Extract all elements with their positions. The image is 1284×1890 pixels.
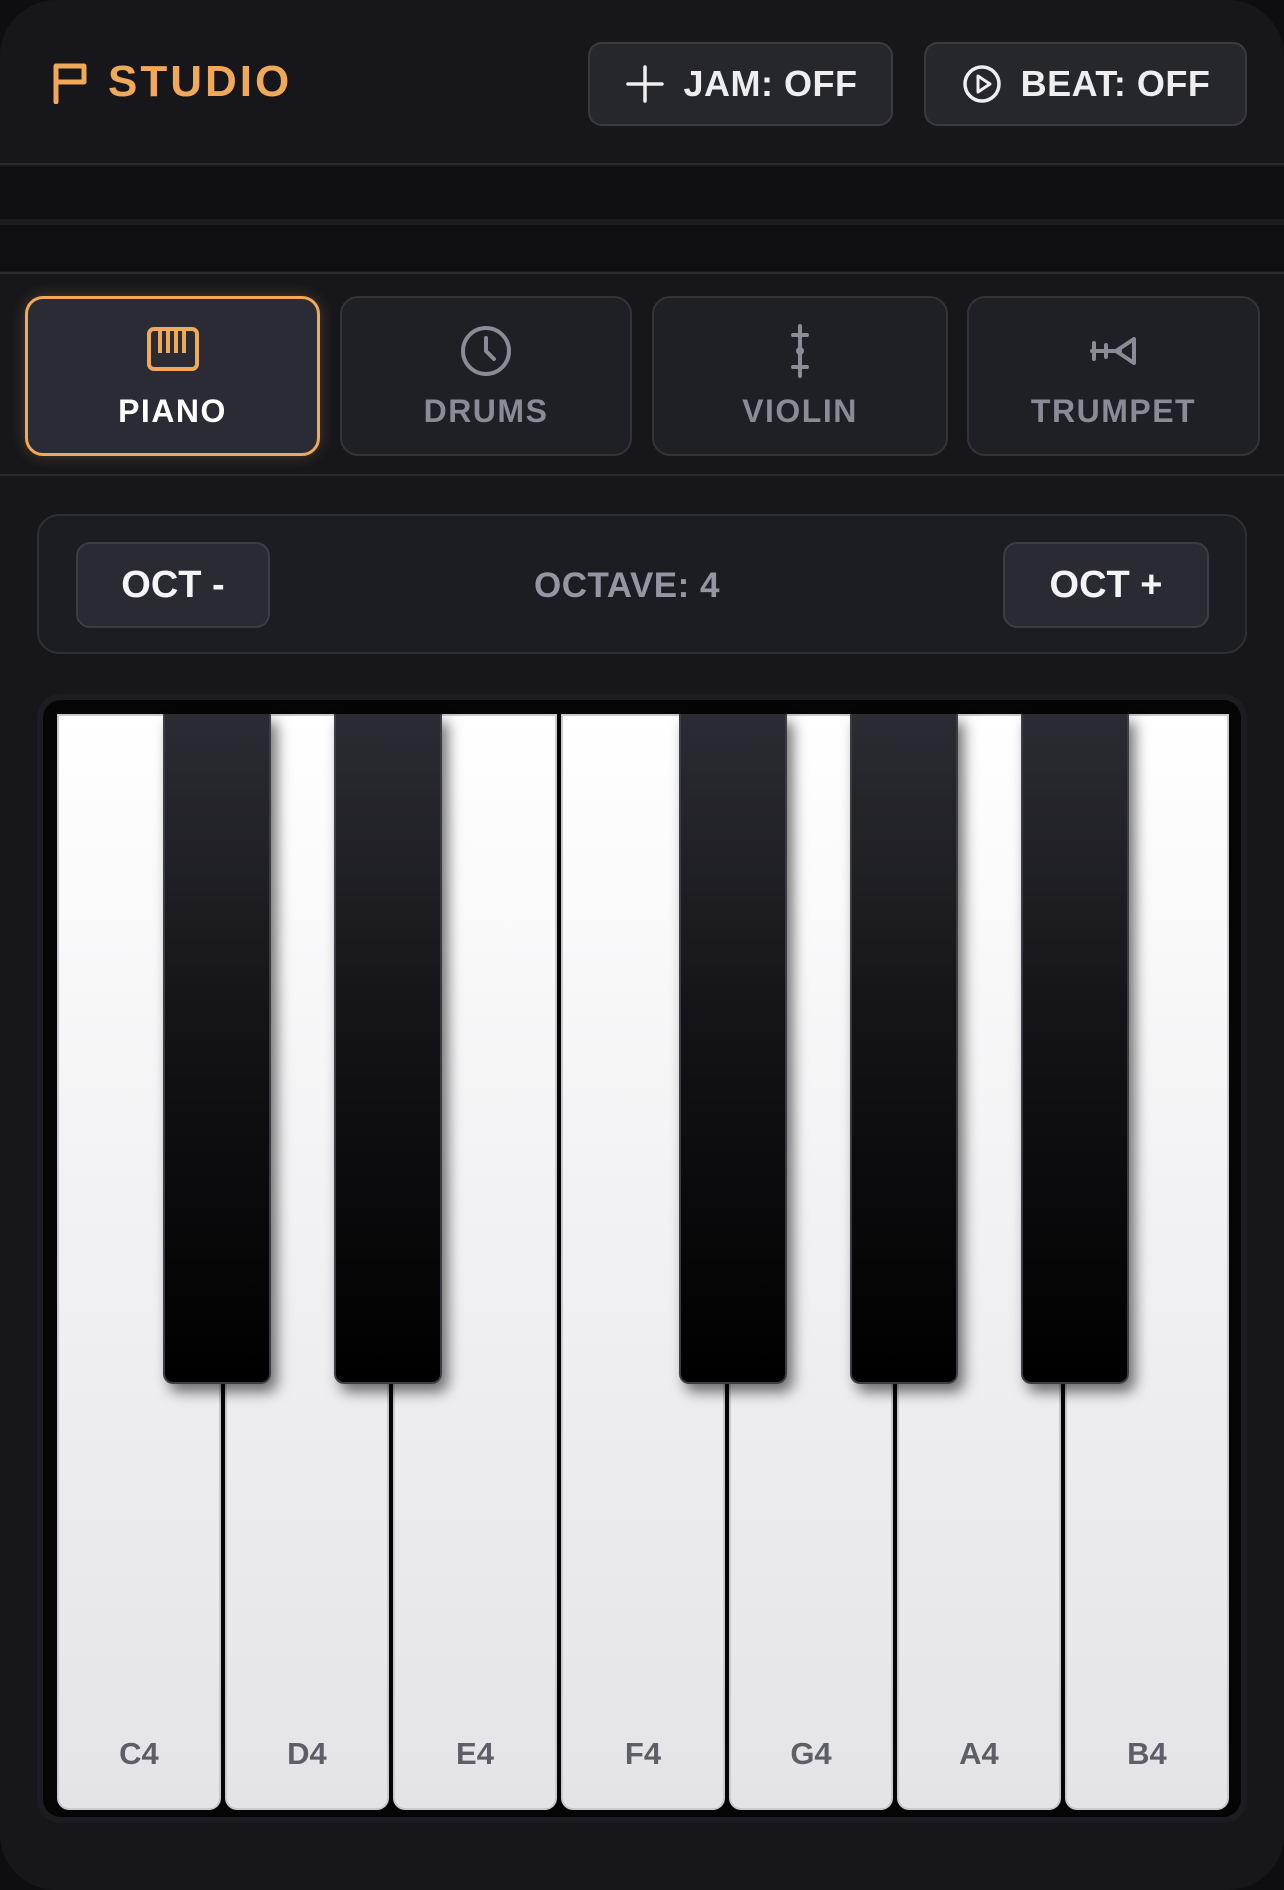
track-strip [0,167,1284,271]
octave-controls: OCT - OCTAVE: 4 OCT + [37,514,1247,654]
piano-keyboard: C4 D4 E4 F4 G4 A4 B4 [37,694,1247,1823]
key-label: B4 [1127,1736,1167,1771]
piano-icon [146,326,199,371]
tab-label: DRUMS [423,392,549,429]
violin-icon [791,323,809,378]
plus-icon [625,65,664,103]
strip-divider [0,219,1284,225]
app-header: STUDIO JAM: OFF BEAT: OFF [0,0,1284,165]
key-label: C4 [119,1736,159,1771]
tab-label: TRUMPET [1030,392,1197,429]
clock-icon [461,325,511,376]
black-key-d-sharp4[interactable] [334,714,442,1384]
key-label: A4 [959,1736,999,1771]
black-key-g-sharp4[interactable] [850,714,958,1384]
beat-label: BEAT: OFF [1020,63,1211,104]
tab-piano[interactable]: PIANO [25,296,320,456]
flag-icon [53,63,87,104]
tab-drums[interactable]: DRUMS [340,296,632,456]
tab-trumpet[interactable]: TRUMPET [967,296,1260,456]
tab-label: PIANO [118,392,227,429]
studio-app: STUDIO JAM: OFF BEAT: OFF PIANO DRUMS VI… [0,0,1284,1890]
play-circle-icon [962,65,1001,103]
tab-violin[interactable]: VIOLIN [652,296,948,456]
black-key-c-sharp4[interactable] [163,714,271,1384]
brand: STUDIO [50,52,292,112]
key-label: E4 [456,1736,494,1771]
key-label: F4 [624,1736,662,1771]
jam-label: JAM: OFF [683,63,858,104]
key-label: D4 [287,1736,327,1771]
black-key-f-sharp4[interactable] [679,714,787,1384]
brand-title: STUDIO [108,57,293,106]
beat-toggle-button[interactable]: BEAT: OFF [924,42,1247,126]
tab-label: VIOLIN [742,392,858,429]
black-key-a-sharp4[interactable] [1021,714,1129,1384]
trumpet-icon [1089,336,1136,365]
jam-toggle-button[interactable]: JAM: OFF [588,42,893,126]
instrument-tabs: PIANO DRUMS VIOLIN TRUMPET [0,274,1284,476]
key-label: G4 [790,1736,832,1771]
octave-up-button[interactable]: OCT + [1003,542,1209,628]
